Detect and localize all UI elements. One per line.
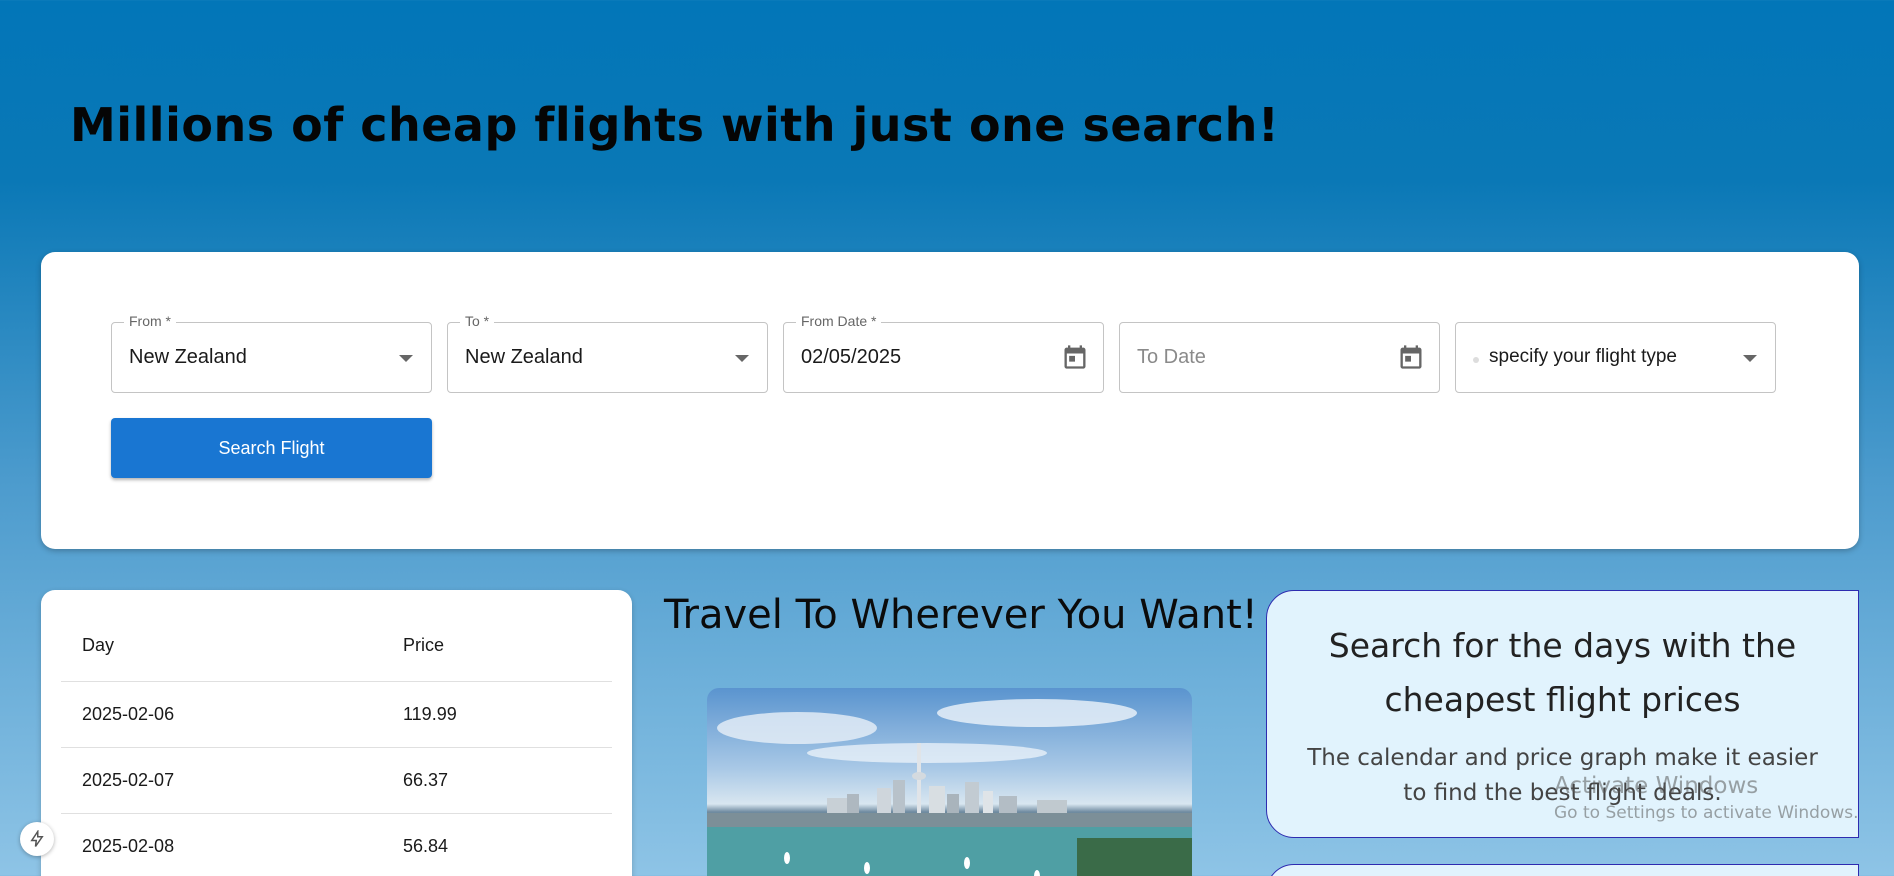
- search-form-card: From * New Zealand To * New Zealand From…: [41, 252, 1859, 549]
- search-flight-button[interactable]: Search Flight: [111, 418, 432, 478]
- skyline-illustration: [707, 699, 1192, 876]
- column-header-price: Price: [403, 635, 445, 655]
- day-cell: 2025-02-08: [82, 836, 175, 856]
- price-table: Day Price 2025-02-06 119.99 2025-02-07 6…: [41, 590, 632, 876]
- from-label: From *: [124, 313, 176, 329]
- quick-action-button[interactable]: [20, 822, 54, 856]
- price-cell: 56.84: [403, 836, 449, 856]
- page-title: Millions of cheap flights with just one …: [70, 98, 1280, 152]
- lightning-icon: [30, 830, 44, 847]
- watermark-subtitle: Go to Settings to activate Windows.: [1554, 803, 1859, 823]
- table-row[interactable]: 2025-02-08 56.84: [61, 814, 612, 876]
- table-row[interactable]: 2025-02-07 66.37: [61, 748, 612, 814]
- price-cell: 119.99: [403, 704, 457, 724]
- price-cell: 66.37: [403, 770, 449, 790]
- day-cell: 2025-02-07: [82, 770, 175, 790]
- table-header-row: Day Price: [61, 590, 612, 682]
- chevron-down-icon: [1743, 355, 1757, 362]
- info-card-secondary: [1266, 864, 1859, 876]
- from-date-value: 02/05/2025: [801, 346, 902, 368]
- calendar-icon[interactable]: [1061, 343, 1089, 371]
- watermark-title: Activate Windows: [1554, 773, 1759, 799]
- to-select[interactable]: To * New Zealand: [447, 313, 768, 393]
- table-row[interactable]: 2025-02-06 119.99: [61, 682, 612, 748]
- to-date-placeholder: To Date: [1137, 346, 1206, 368]
- from-date-label: From Date *: [796, 313, 882, 329]
- promo-heading: Travel To Wherever You Want!: [664, 592, 1258, 638]
- chevron-down-icon: [399, 355, 413, 362]
- activation-watermark: Activate Windows Go to Settings to activ…: [1554, 773, 1859, 823]
- from-value: New Zealand: [129, 346, 247, 368]
- to-date-field[interactable]: To Date: [1119, 322, 1440, 393]
- column-header-day: Day: [82, 635, 115, 655]
- from-select[interactable]: From * New Zealand: [111, 313, 432, 393]
- info-title: Search for the days with the cheapest fl…: [1328, 626, 1797, 719]
- from-date-field[interactable]: From Date * 02/05/2025: [783, 313, 1104, 393]
- chevron-down-icon: [735, 355, 749, 362]
- city-skyline-image: [707, 688, 1192, 876]
- calendar-icon[interactable]: [1397, 343, 1425, 371]
- flight-type-select[interactable]: specify your flight type: [1455, 322, 1776, 393]
- to-value: New Zealand: [465, 346, 583, 368]
- bullet-icon: [1473, 357, 1479, 363]
- day-cell: 2025-02-06: [82, 704, 175, 724]
- to-label: To *: [460, 313, 495, 329]
- flight-type-value: specify your flight type: [1489, 346, 1677, 367]
